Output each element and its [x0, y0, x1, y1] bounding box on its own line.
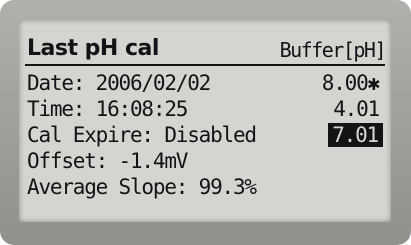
- page-title: Last pH cal: [27, 36, 159, 61]
- average-slope-value: Average Slope: 99.3%: [27, 175, 257, 199]
- lcd-screen: Last pH cal Buffer[pH] Date: 2006/02/02 …: [19, 20, 391, 222]
- calibration-time: Time: 16:08:25: [27, 97, 188, 121]
- buffer-value-selected[interactable]: 7.01: [328, 123, 383, 147]
- offset-value: Offset: -1.4mV: [27, 149, 188, 173]
- cal-expire-status: Cal Expire: Disabled: [27, 123, 257, 147]
- buffer-column-header: Buffer[pH]: [279, 38, 387, 62]
- screen-header: Last pH cal Buffer[pH]: [25, 36, 387, 66]
- calibration-date: Date: 2006/02/02: [27, 71, 211, 95]
- buffer-value-1[interactable]: 8.00✱: [322, 71, 380, 95]
- device-bezel: Last pH cal Buffer[pH] Date: 2006/02/02 …: [0, 0, 411, 245]
- buffer-value-2[interactable]: 4.01: [333, 97, 380, 121]
